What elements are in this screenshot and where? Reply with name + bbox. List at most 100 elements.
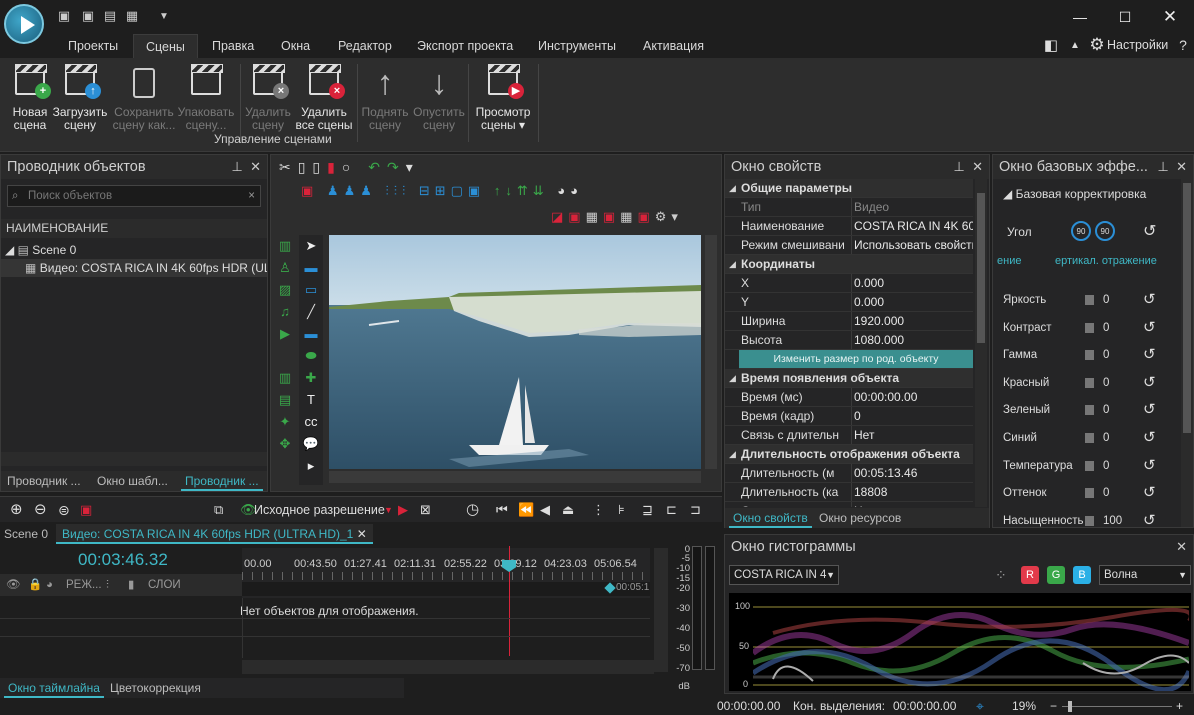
effect-slider-icon[interactable]: [1085, 377, 1094, 388]
effect-row[interactable]: Гамма 0 ↺: [1003, 346, 1173, 364]
zoom-in-button[interactable]: +: [1176, 698, 1183, 715]
tab-object-explorer[interactable]: Проводник ...: [3, 471, 85, 491]
reset-icon[interactable]: ↺: [1143, 457, 1156, 475]
menu-edit[interactable]: Правка: [200, 34, 266, 58]
delete-all-scenes-button[interactable]: × Удалить все сцены: [294, 64, 354, 132]
menu-projects[interactable]: Проекты: [56, 34, 130, 58]
tab-color-correction[interactable]: Цветокоррекция: [106, 678, 205, 698]
reset-icon[interactable]: ↺: [1143, 319, 1156, 337]
zoom-in-icon[interactable]: ⊏: [666, 497, 677, 523]
settings-label[interactable]: Настройки: [1107, 38, 1168, 52]
resolution-select[interactable]: Исходное разрешение: [254, 497, 385, 523]
marker-icon[interactable]: ⏏: [562, 497, 574, 523]
quick-access-dropdown-icon[interactable]: ▼: [156, 8, 172, 24]
reset-icon[interactable]: ↺: [1143, 401, 1156, 419]
property-row[interactable]: СН: [725, 502, 973, 507]
property-value[interactable]: COSTA RICA IN 4K 60fps: [851, 217, 973, 235]
remove-track-icon[interactable]: ⊖: [34, 497, 47, 523]
play-red-icon[interactable]: ▶: [398, 497, 408, 523]
property-group[interactable]: Координаты ◢: [725, 255, 973, 274]
file-icon[interactable]: ▮: [128, 574, 134, 596]
tree-scene[interactable]: ◢ ▤ Scene 0: [5, 241, 76, 259]
effect-row[interactable]: Зеленый 0 ↺: [1003, 401, 1173, 419]
effect-row[interactable]: Контраст 0 ↺: [1003, 319, 1173, 337]
mode-column[interactable]: РЕЖ...: [66, 574, 102, 596]
layout-icon[interactable]: ◧: [1042, 36, 1060, 54]
video-preview[interactable]: [329, 235, 701, 469]
visibility-icon[interactable]: 👁: [6, 574, 21, 596]
channels-icon[interactable]: ⁘: [995, 567, 1007, 584]
effect-slider-icon[interactable]: [1085, 350, 1094, 361]
layers-column[interactable]: СЛОИ: [148, 574, 181, 596]
menu-tools[interactable]: Инструменты: [526, 34, 628, 58]
property-row[interactable]: Y 0.000: [725, 293, 973, 312]
mirror-vertical-link[interactable]: ертикал. отражение: [1055, 255, 1157, 267]
menu-activation[interactable]: Активация: [631, 34, 716, 58]
close-icon[interactable]: ✕: [1176, 535, 1187, 559]
effect-row[interactable]: Оттенок 0 ↺: [1003, 484, 1173, 502]
property-value[interactable]: Использовать свойств: [851, 236, 973, 254]
search-input[interactable]: ⌕ Поиск объектов ×: [7, 185, 261, 207]
audio-icon[interactable]: ⫶: [106, 574, 109, 596]
save-scene-as-button[interactable]: Сохранить сцену как...: [112, 64, 176, 132]
align-toolbar[interactable]: ▣ ♟♟♟ ⫶⫶⫶ ⊟⊞▢▣ ↑↓⇈⇊ ◕◕: [301, 183, 717, 205]
menu-scenes[interactable]: Сцены: [133, 34, 198, 58]
new-project-icon[interactable]: ▣: [56, 8, 72, 24]
preview-vscroll[interactable]: [705, 235, 717, 469]
resolution-dropdown-icon[interactable]: ▼: [384, 497, 393, 523]
more-icon[interactable]: ⋮: [592, 497, 605, 523]
tab-properties[interactable]: Окно свойств: [729, 508, 812, 528]
tab-explorer[interactable]: Проводник ...: [181, 471, 263, 491]
delete-scene-button[interactable]: × Удалить сцену: [238, 64, 298, 132]
property-value[interactable]: 0.000: [851, 293, 973, 311]
open-project-icon[interactable]: ▣: [80, 8, 96, 24]
effect-value[interactable]: 0: [1103, 346, 1109, 364]
minimize-icon[interactable]: —: [1066, 6, 1094, 28]
red-channel-button[interactable]: R: [1021, 566, 1039, 584]
raise-scene-button[interactable]: ↑ Поднять сцену: [355, 64, 415, 132]
property-row[interactable]: Связь с длительн Нет: [725, 426, 973, 445]
timeline-ruler[interactable]: 00.0000:43.5001:27.4102:11.3102:55.2203:…: [242, 548, 650, 598]
effect-slider-icon[interactable]: [1085, 433, 1094, 443]
property-group[interactable]: Время появления объекта ◢: [725, 369, 973, 388]
preview-hscroll[interactable]: [329, 471, 701, 483]
effect-slider-icon[interactable]: [1085, 295, 1094, 305]
blue-channel-button[interactable]: B: [1073, 566, 1091, 584]
zoom-out-icon[interactable]: ⊐: [690, 497, 701, 523]
scene-icon[interactable]: ▦: [124, 8, 140, 24]
resize-to-parent-button[interactable]: Изменить размер по род. объекту: [739, 350, 973, 369]
rotate-left-icon[interactable]: 90: [1071, 221, 1091, 241]
reset-icon[interactable]: ↺: [1143, 374, 1156, 392]
property-row[interactable]: Тип Видео: [725, 198, 973, 217]
effects-vscroll[interactable]: [1181, 179, 1193, 527]
property-row[interactable]: Высота 1080.000: [725, 331, 973, 350]
property-row[interactable]: Длительность (ка 18808: [725, 483, 973, 502]
property-value[interactable]: 1920.000: [851, 312, 973, 330]
app-logo-icon[interactable]: [4, 4, 44, 44]
effect-slider-icon[interactable]: [1085, 460, 1094, 471]
property-value[interactable]: 1080.000: [851, 331, 973, 349]
reset-icon[interactable]: ↺: [1143, 512, 1156, 530]
property-value[interactable]: Нет: [851, 426, 973, 444]
property-value[interactable]: 00:00:00.00: [851, 388, 973, 406]
mirror-horizontal-link[interactable]: ение: [997, 255, 1021, 267]
timeline-vscroll[interactable]: [654, 548, 668, 672]
histogram-mode-select[interactable]: Волна ▼: [1099, 565, 1191, 585]
clear-search-icon[interactable]: ×: [248, 186, 255, 206]
effect-row[interactable]: Синий 0 ↺: [1003, 429, 1173, 447]
property-row[interactable]: Длительность (м 00:05:13.46: [725, 464, 973, 483]
video-tab[interactable]: Видео: COSTA RICA IN 4K 60fps HDR (ULTRA…: [56, 524, 373, 544]
effect-row[interactable]: Насыщенность 100 ↺: [1003, 512, 1173, 530]
help-icon[interactable]: ?: [1174, 36, 1192, 54]
basic-correction-section[interactable]: ◢ Базовая корректировка: [1003, 187, 1146, 201]
tree-video[interactable]: ▦ Видео: COSTA RICA IN 4K 60fps HDR (ULT…: [1, 259, 267, 277]
reset-icon[interactable]: ↺: [1143, 291, 1156, 309]
fit-view-icon[interactable]: ⌖: [976, 698, 984, 715]
gear-icon[interactable]: ⚙: [1088, 35, 1106, 55]
collapse-ribbon-icon[interactable]: ▲: [1068, 36, 1082, 54]
reset-icon[interactable]: ↺: [1143, 484, 1156, 502]
properties-vscroll[interactable]: [975, 179, 987, 507]
pack-scene-button[interactable]: Упаковать сцену...: [176, 64, 236, 132]
property-value[interactable]: 0.000: [851, 274, 973, 292]
effect-value[interactable]: 100: [1103, 512, 1122, 530]
